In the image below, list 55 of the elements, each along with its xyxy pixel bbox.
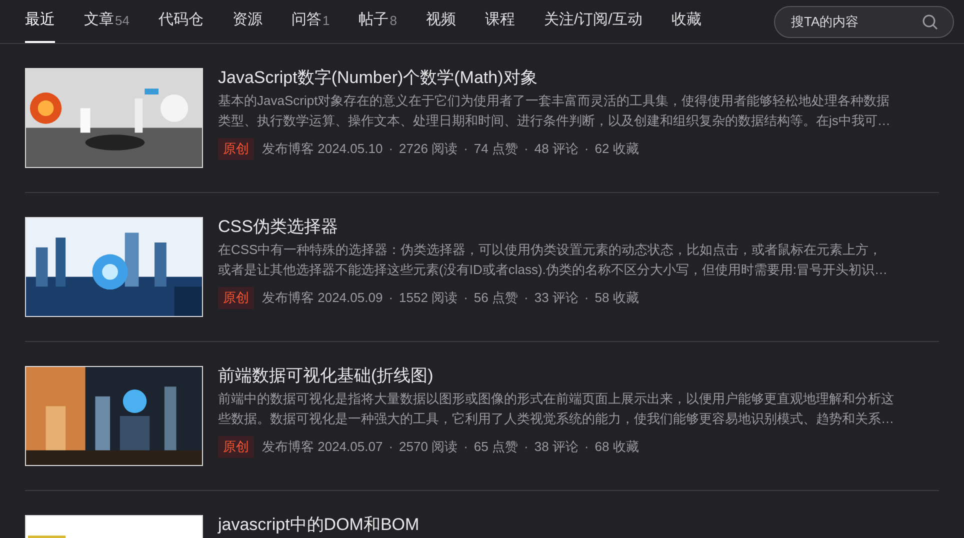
stat-text: 74 点赞 [474, 140, 518, 158]
article-title[interactable]: JavaScript数字(Number)个数学(Math)对象 [218, 66, 890, 90]
tab-count: 1 [322, 12, 330, 30]
tab[interactable]: 最近 [25, 0, 55, 43]
summary-line: 类型、执行数学运算、操作文本、处理日期和时间、进行条件判断，以及创建和组织复杂的数据结构等。在js中我可… [218, 112, 890, 130]
article-title[interactable]: 前端数据可视化基础(折线图) [218, 364, 894, 388]
stat-text: 65 点赞 [474, 438, 518, 456]
tab[interactable]: 代码仓 [158, 0, 204, 43]
stat-text: 38 评论 [534, 438, 578, 456]
dot-separator: · [523, 438, 530, 456]
tab[interactable]: 课程 [484, 0, 515, 43]
summary-line: 些数据。数据可视化是一种强大的工具，它利用了人类视觉系统的能力，使我们能够更容易地识别模式、趋势和关系… [218, 410, 894, 428]
dot-separator: · [583, 140, 590, 158]
tab[interactable]: 文章54 [84, 0, 130, 43]
tab[interactable]: 关注/订阅/互动 [544, 0, 642, 43]
summary-line: 基本的JavaScript对象存在的意义在于它们为使用者了一套丰富而灵活的工具集，使得使用者能够轻松地处理各种数据 [218, 92, 890, 110]
tab[interactable]: 视频 [426, 0, 456, 43]
tab[interactable]: 问答1 [291, 0, 330, 43]
dot-separator: · [583, 289, 590, 307]
stat-text: 62 收藏 [594, 140, 639, 158]
dot-separator: · [388, 140, 394, 158]
dot-separator: · [388, 438, 394, 456]
tab[interactable]: 收藏 [671, 0, 702, 43]
tab-count: 8 [390, 12, 397, 30]
dot-separator: · [523, 289, 530, 307]
article-title[interactable]: javascript中的DOM和BOM [218, 513, 420, 537]
article-title[interactable]: CSS伪类选择器 [218, 215, 888, 239]
search-icon [922, 14, 938, 30]
summary-line: 在CSS中有一种特殊的选择器：伪类选择器，可以使用伪类设置元素的动态状态，比如点击，或者鼠标在元素上方， [218, 241, 882, 259]
dot-separator: · [388, 289, 394, 307]
tab[interactable]: 资源 [232, 0, 262, 43]
publish-date: 发布博客 2024.05.09 [262, 289, 383, 307]
original-badge: 原创 [218, 287, 254, 308]
summary-line: 前端中的数据可视化是指将大量数据以图形或图像的形式在前端页面上展示出来，以便用户能够更直观地理解和分析这 [218, 390, 894, 408]
dot-separator: · [462, 140, 469, 158]
stat-text: 33 评论 [534, 289, 578, 307]
dot-separator: · [462, 289, 469, 307]
tab-count: 54 [115, 12, 130, 30]
stat-text: 68 收藏 [594, 438, 639, 456]
stat-text: 2570 阅读 [399, 438, 458, 456]
summary-line: 或者是让其他选择器不能选择这些元素(没有ID或者class).伪类的名称不区分大小写，但使用时需要用:冒号开头初识… [218, 261, 888, 279]
tab[interactable]: 帖子8 [358, 0, 397, 43]
dot-separator: · [583, 438, 590, 456]
original-badge: 原创 [218, 436, 254, 458]
original-badge: 原创 [218, 138, 254, 160]
publish-date: 发布博客 2024.05.07 [262, 438, 383, 456]
stat-text: 2726 阅读 [399, 140, 458, 158]
search-field[interactable]: 搜TA的内容 [774, 6, 954, 38]
stat-text: 58 收藏 [594, 289, 639, 307]
stat-text: 56 点赞 [474, 289, 518, 307]
dot-separator: · [462, 438, 469, 456]
stat-text: 1552 阅读 [399, 289, 458, 307]
publish-date: 发布博客 2024.05.10 [262, 140, 383, 158]
dot-separator: · [523, 140, 530, 158]
stat-text: 48 评论 [534, 140, 578, 158]
